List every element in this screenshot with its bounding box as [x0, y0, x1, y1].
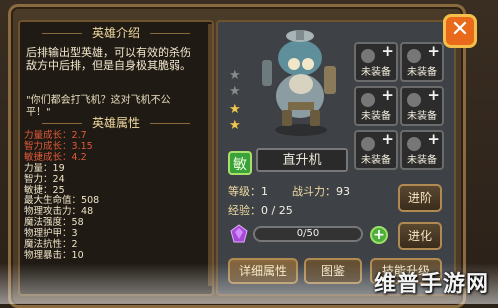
attr-row: 智力：24 — [24, 173, 65, 185]
exp-info: 经验：0 / 25 — [228, 204, 293, 217]
plus-icon: + — [427, 130, 440, 148]
star-empty-icon: ★ — [229, 68, 241, 83]
equipment-icon — [361, 93, 375, 107]
equipment-slot[interactable]: + 未装备 — [354, 86, 398, 126]
equipment-icon — [407, 93, 421, 107]
plus-icon: + — [427, 42, 440, 60]
equipment-slot[interactable]: + 未装备 — [400, 130, 444, 170]
attribute-list: 力量成长：2.7 智力成长：3.15 敏捷成长：4.2 力量：19 智力：24 … — [24, 130, 194, 262]
intro-title: 英雄介绍 — [91, 26, 140, 40]
soulstone-progress-text: 0/50 — [296, 228, 320, 239]
equipment-icon — [361, 49, 375, 63]
equipment-icon — [407, 137, 421, 151]
soulstone-gem-icon — [230, 224, 248, 243]
evolve-button[interactable]: 进化 — [398, 222, 442, 250]
soulstone-progress-bar: 0/50 — [253, 226, 363, 242]
attr-row: 物理暴击：10 — [24, 249, 84, 261]
hero-type-badge: 敏 — [228, 151, 252, 175]
equipment-icon — [407, 49, 421, 63]
equipment-slot[interactable]: + 未装备 — [400, 42, 444, 82]
watermark: 维普手游网 — [374, 272, 490, 297]
hero-quote: "你们都会打飞机？这对飞机不公平！" — [26, 95, 171, 118]
close-icon: ✕ — [450, 17, 470, 42]
level-info: 等级：1 — [228, 185, 268, 198]
hero-intro-text: 后排输出型英雄，可以有效的杀伤敌方中后排，但是自身极其脆弱。 — [26, 46, 191, 72]
star-empty-icon: ★ — [229, 84, 241, 99]
add-soulstone-button[interactable]: + — [370, 226, 388, 244]
equipment-icon — [361, 137, 375, 151]
star-filled-icon: ★ — [229, 118, 241, 133]
close-button[interactable]: ✕ — [443, 14, 477, 48]
description-scrollbar[interactable] — [208, 24, 212, 286]
attr-row: 力量：19 — [24, 162, 65, 174]
star-filled-icon: ★ — [229, 102, 241, 117]
plus-icon: + — [381, 86, 394, 104]
plus-icon: + — [427, 86, 440, 104]
intro-header: 英雄介绍 — [20, 24, 212, 42]
plus-icon: + — [381, 42, 394, 60]
hero-portrait — [262, 30, 336, 136]
equipment-slot[interactable]: + 未装备 — [354, 130, 398, 170]
hero-name: 直升机 — [256, 148, 348, 172]
equipment-slot[interactable]: + 未装备 — [354, 42, 398, 82]
plus-icon: + — [381, 130, 394, 148]
power-info: 战斗力：93 — [292, 185, 350, 198]
equipment-slot[interactable]: + 未装备 — [400, 86, 444, 126]
advance-button[interactable]: 进阶 — [398, 184, 442, 212]
